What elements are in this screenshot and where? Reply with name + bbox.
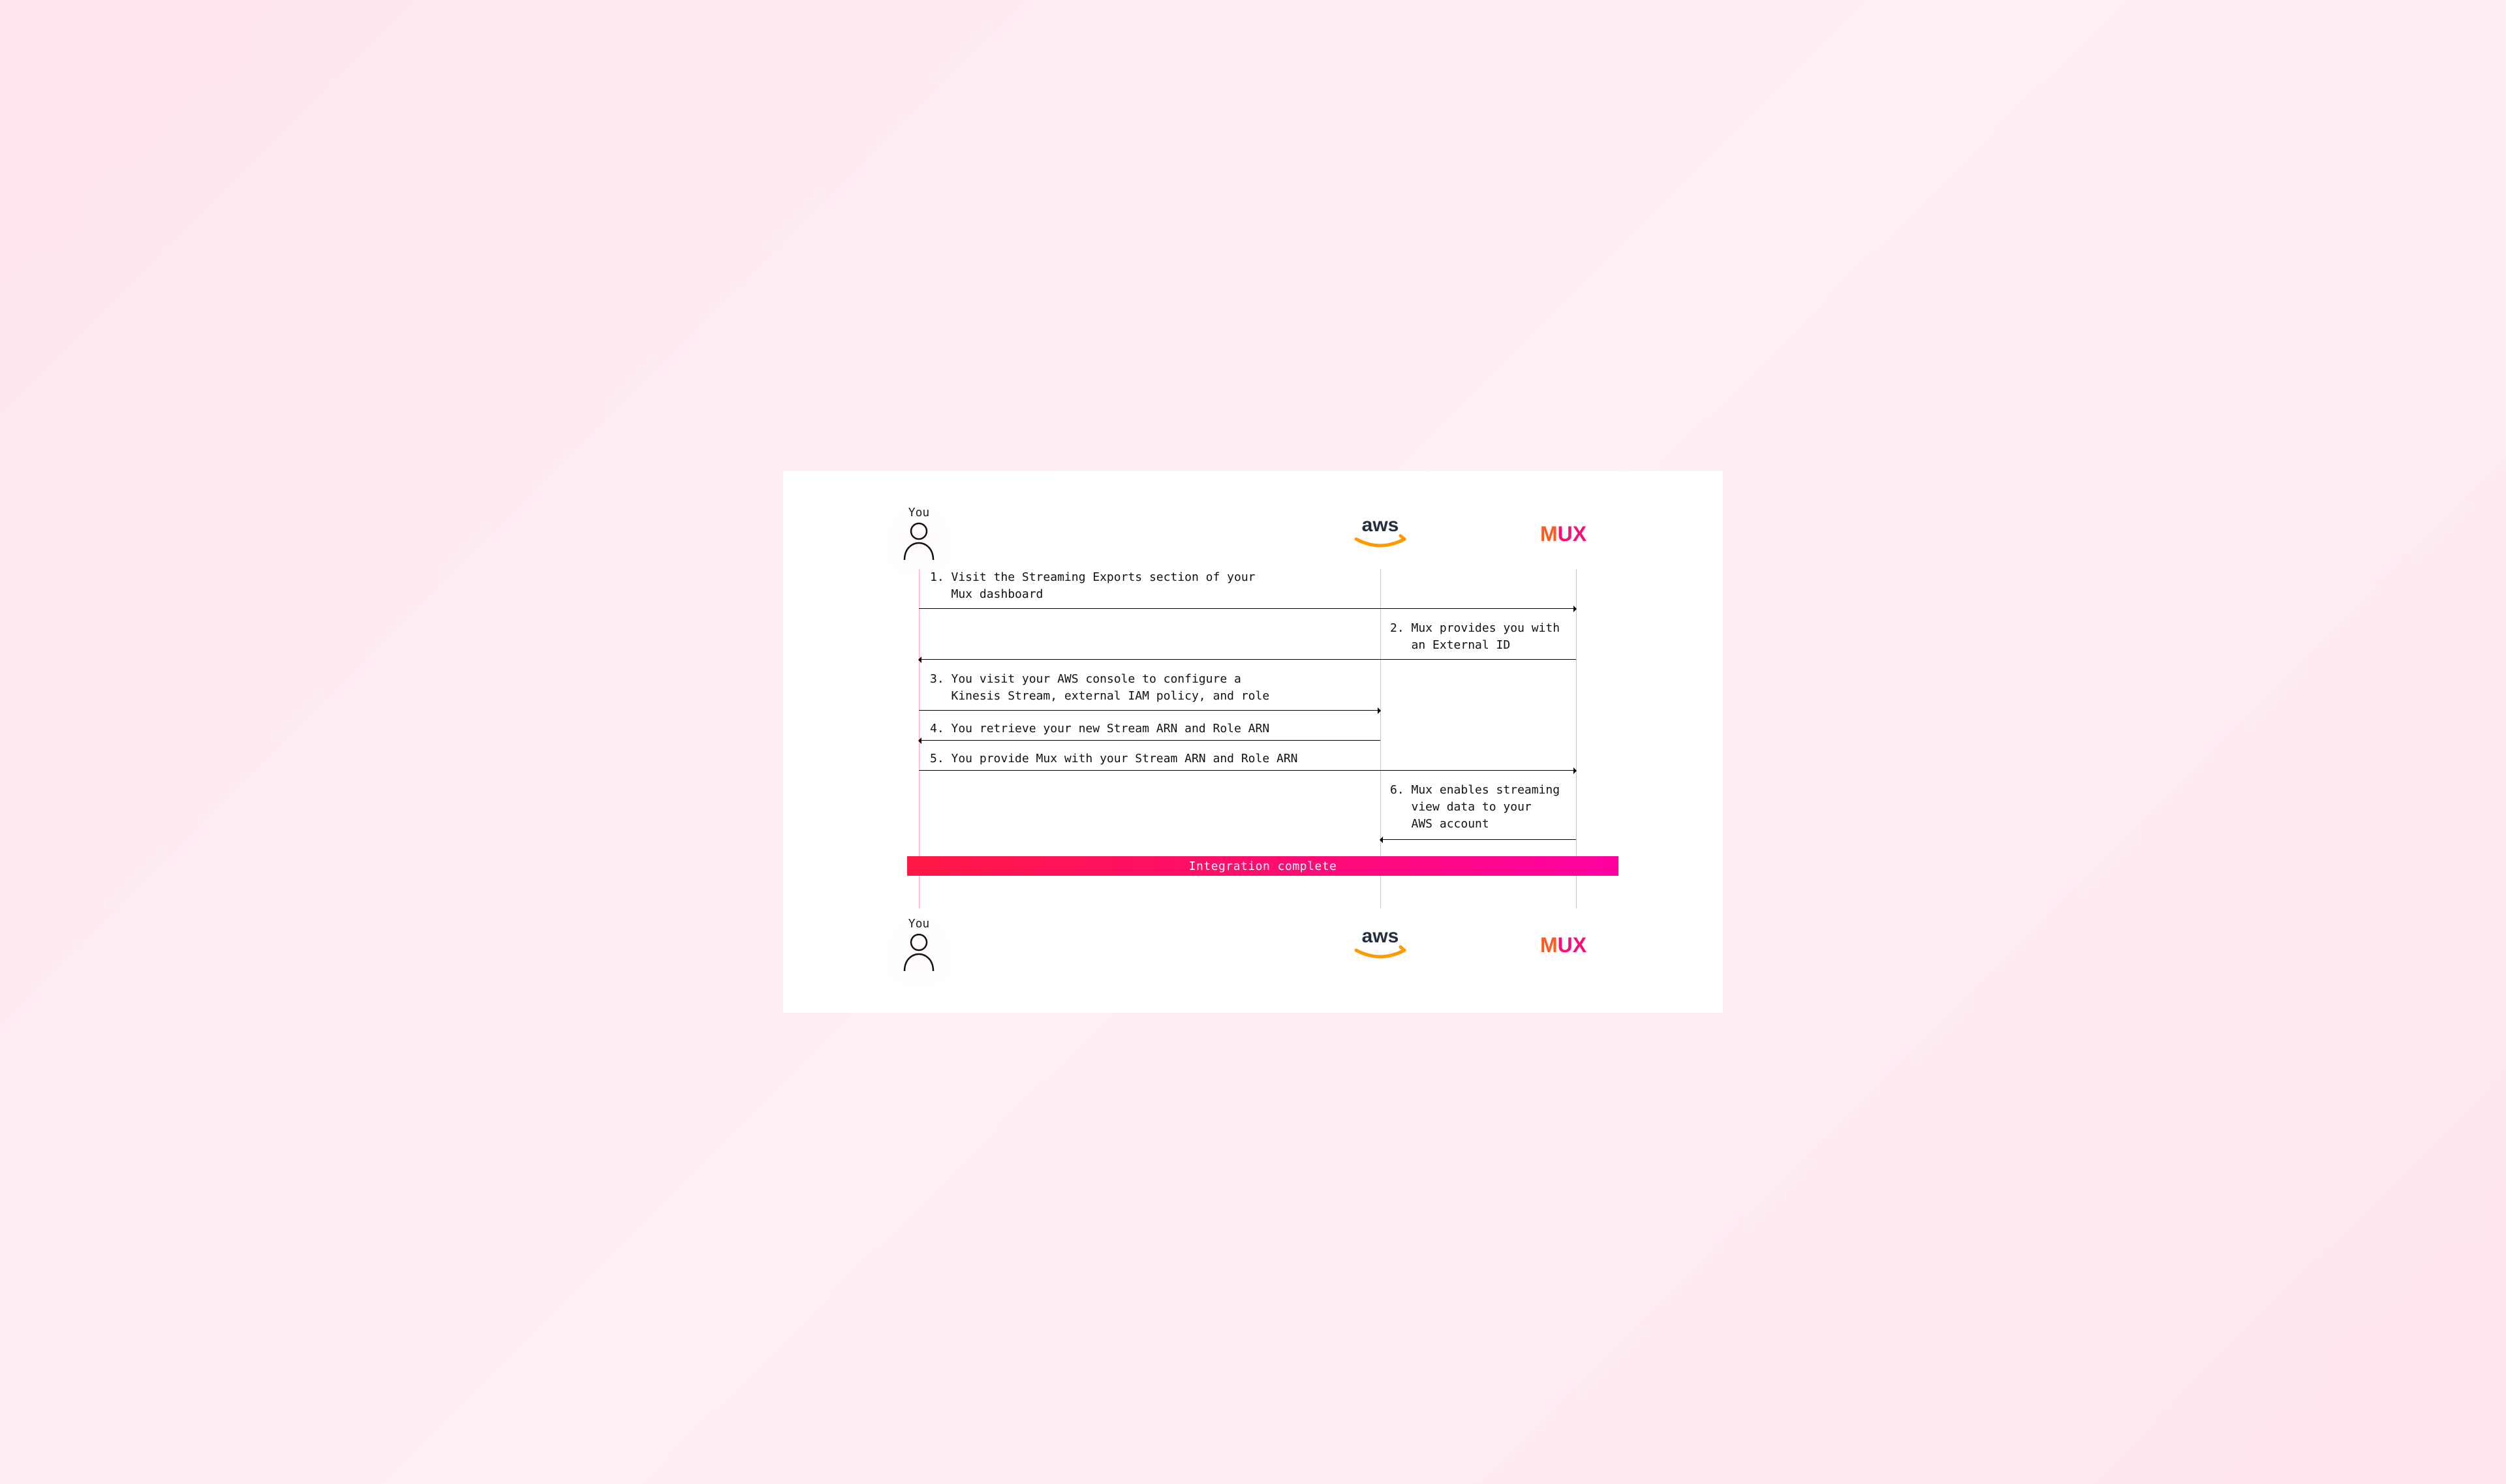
aws-logo-icon: aws: [1344, 512, 1416, 555]
sequence-diagram: You aws MUX 1. Visit the S: [783, 471, 1723, 1013]
actor-aws-top: aws: [1344, 512, 1416, 555]
arrow-3: [919, 710, 1380, 711]
aws-logo-icon: aws: [1344, 923, 1416, 966]
svg-text:aws: aws: [1362, 514, 1399, 536]
actor-you-bottom: You: [901, 917, 937, 972]
step-4-text: 4. You retrieve your new Stream ARN and …: [930, 720, 1374, 737]
actors-bottom: You aws MUX: [822, 908, 1684, 980]
svg-text:aws: aws: [1362, 925, 1399, 947]
person-icon: [901, 933, 937, 972]
step-5-text: 5. You provide Mux with your Stream ARN …: [930, 750, 1387, 767]
actor-mux-bottom: MUX: [1540, 931, 1612, 957]
svg-text:MUX: MUX: [1540, 933, 1587, 957]
mux-logo-icon: MUX: [1540, 931, 1612, 957]
actor-aws-bottom: aws: [1344, 923, 1416, 966]
integration-complete-banner: Integration complete: [907, 856, 1618, 876]
sequence-body: 1. Visit the Streaming Exports section o…: [822, 569, 1684, 908]
step-2-text: 2. Mux provides you with an External ID: [1390, 620, 1586, 654]
arrow-6: [1380, 839, 1576, 840]
arrow-5: [919, 770, 1576, 771]
arrow-4: [919, 740, 1380, 741]
arrow-2: [919, 659, 1576, 660]
person-icon: [901, 522, 937, 561]
actor-mux-top: MUX: [1540, 520, 1612, 546]
actor-you-label-bottom: You: [908, 917, 930, 931]
arrow-1: [919, 608, 1576, 609]
step-6-text: 6. Mux enables streaming view data to yo…: [1390, 782, 1586, 833]
mux-logo-icon: MUX: [1540, 520, 1612, 546]
svg-text:MUX: MUX: [1540, 522, 1587, 546]
banner-text: Integration complete: [1189, 859, 1337, 873]
actors-top: You aws MUX: [822, 497, 1684, 569]
step-3-text: 3. You visit your AWS console to configu…: [930, 671, 1374, 705]
step-1-text: 1. Visit the Streaming Exports section o…: [930, 569, 1367, 603]
actor-you-label: You: [908, 506, 930, 519]
actor-you-top: You: [901, 506, 937, 561]
